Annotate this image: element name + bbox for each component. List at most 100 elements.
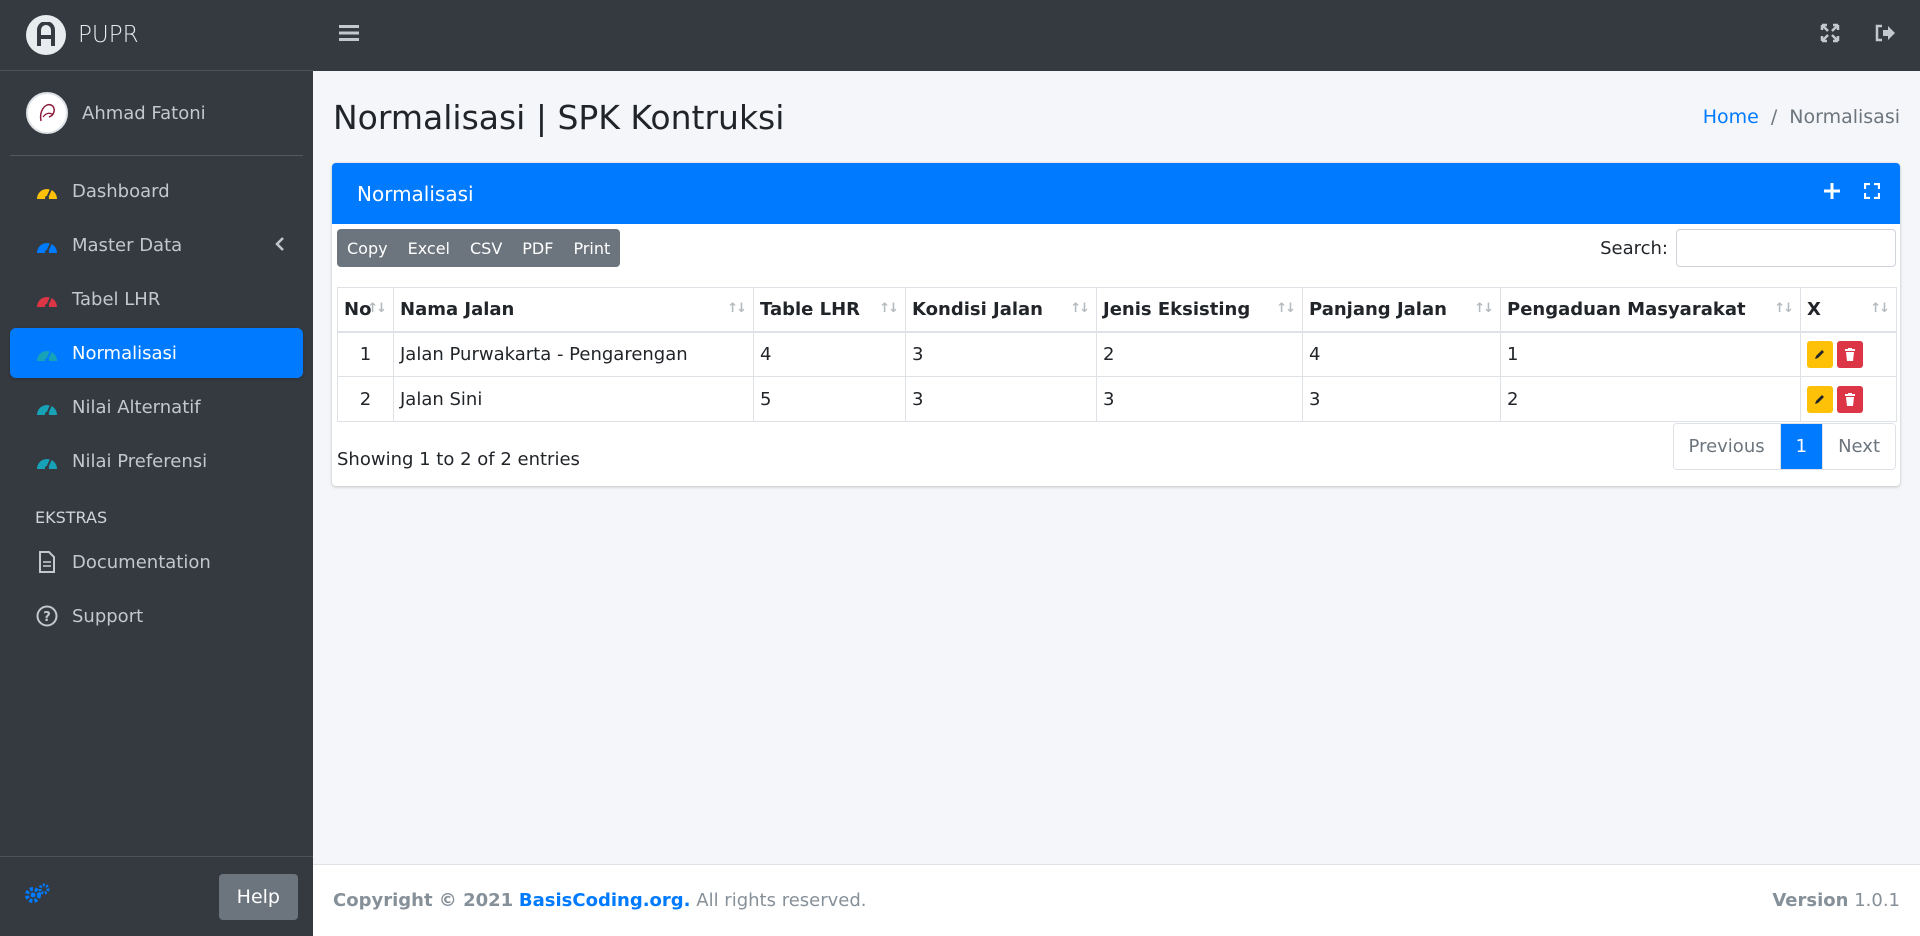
brand-name: PUPR <box>78 22 139 48</box>
cell-jenis-eksisting: 2 <box>1096 331 1303 377</box>
pdf-button[interactable]: PDF <box>512 229 563 267</box>
sidebar-item-dashboard[interactable]: Dashboard <box>10 166 303 216</box>
table-row: 2 Jalan Sini 5 3 3 3 2 <box>337 376 1897 422</box>
column-header-jenis-eksisting[interactable]: Jenis Eksisting ↑↓ <box>1096 287 1303 333</box>
breadcrumb-current: Normalisasi <box>1789 106 1900 128</box>
pagination-page-1[interactable]: 1 <box>1779 424 1823 469</box>
help-button[interactable]: Help <box>218 873 298 920</box>
column-header-kondisi-jalan[interactable]: Kondisi Jalan ↑↓ <box>905 287 1097 333</box>
table-row: 1 Jalan Purwakarta - Pengarengan 4 3 2 4… <box>337 331 1897 377</box>
normalisasi-card: Normalisasi Copy Excel CSV PDF Print Sea… <box>332 163 1900 486</box>
question-circle-icon: ? <box>34 603 60 629</box>
footer-version: Version 1.0.1 <box>1772 890 1900 911</box>
pagination: Previous 1 Next <box>1672 423 1896 470</box>
sidebar-item-nilai-preferensi[interactable]: Nilai Preferensi <box>10 436 303 486</box>
table-info: Showing 1 to 2 of 2 entries <box>337 449 580 470</box>
cell-no: 2 <box>337 376 394 422</box>
tachometer-icon <box>34 232 60 258</box>
plus-icon[interactable] <box>1824 183 1840 204</box>
version-number: 1.0.1 <box>1854 890 1900 911</box>
tachometer-icon <box>34 394 60 420</box>
column-header-pengaduan-masyarakat[interactable]: Pengaduan Masyarakat ↑↓ <box>1500 287 1801 333</box>
sidebar-item-normalisasi[interactable]: Normalisasi <box>10 328 303 378</box>
cell-kondisi-jalan: 3 <box>905 331 1097 377</box>
card-header: Normalisasi <box>332 163 1900 224</box>
column-header-panjang-jalan[interactable]: Panjang Jalan ↑↓ <box>1302 287 1501 333</box>
data-table: No ↑↓ Nama Jalan ↑↓ Table LHR ↑↓ Kondisi Ja… <box>337 287 1897 422</box>
trash-icon <box>1845 347 1855 361</box>
sidebar-section-header: EKSTRAS <box>35 508 108 527</box>
sort-icon: ↑↓ <box>727 301 747 316</box>
sidebar-item-label: Nilai Preferensi <box>72 450 208 472</box>
tachometer-icon <box>34 286 60 312</box>
page-title: Normalisasi | SPK Kontruksi <box>333 97 785 137</box>
column-header-no[interactable]: No ↑↓ <box>337 287 394 333</box>
sidebar-item-support[interactable]: ? Support <box>10 591 303 641</box>
print-button[interactable]: Print <box>563 229 620 267</box>
sidebar-item-label: Tabel LHR <box>72 288 161 310</box>
copyright-text: Copyright © 2021 <box>333 890 514 911</box>
cell-kondisi-jalan: 3 <box>905 376 1097 422</box>
hamburger-menu-icon[interactable] <box>339 24 359 47</box>
top-navbar <box>313 0 1920 71</box>
avatar <box>26 92 68 134</box>
sort-icon: ↑↓ <box>367 301 387 316</box>
sidebar-nav: Dashboard Master Data Tabel LHR Normalis… <box>0 156 313 641</box>
sidebar-item-tabel-lhr[interactable]: Tabel LHR <box>10 274 303 324</box>
search-container: Search: <box>1600 229 1896 267</box>
navbar-actions <box>1820 23 1896 48</box>
footer-copyright: Copyright © 2021 BasisCoding.org. All ri… <box>333 890 867 911</box>
search-input[interactable] <box>1676 229 1896 267</box>
column-header-table-lhr[interactable]: Table LHR ↑↓ <box>753 287 906 333</box>
sort-icon: ↑↓ <box>1070 301 1090 316</box>
sidebar-item-label: Documentation <box>72 551 211 573</box>
sidebar-item-nilai-alternatif[interactable]: Nilai Alternatif <box>10 382 303 432</box>
column-header-nama-jalan[interactable]: Nama Jalan ↑↓ <box>393 287 754 333</box>
cell-no: 1 <box>337 331 394 377</box>
edit-button[interactable] <box>1807 340 1833 368</box>
csv-button[interactable]: CSV <box>460 229 512 267</box>
content-wrapper: Normalisasi | SPK Kontruksi Home / Norma… <box>313 71 1920 864</box>
tachometer-icon <box>34 178 60 204</box>
pagination-next[interactable]: Next <box>1822 424 1895 469</box>
cell-panjang-jalan: 4 <box>1302 331 1501 377</box>
sidebar-item-label: Nilai Alternatif <box>72 396 201 418</box>
version-label: Version <box>1772 890 1849 911</box>
breadcrumb-separator: / <box>1770 106 1778 128</box>
delete-button[interactable] <box>1837 385 1863 413</box>
copy-button[interactable]: Copy <box>337 229 398 267</box>
user-panel[interactable]: Ahmad Fatoni <box>10 71 303 156</box>
export-toolbar: Copy Excel CSV PDF Print <box>337 229 621 267</box>
sidebar-item-documentation[interactable]: Documentation <box>10 537 303 587</box>
sidebar-footer: Help <box>0 856 313 936</box>
breadcrumb-home-link[interactable]: Home <box>1703 106 1759 128</box>
logout-icon[interactable] <box>1874 23 1896 48</box>
cell-actions <box>1800 376 1897 422</box>
content-header: Normalisasi | SPK Kontruksi Home / Norma… <box>313 71 1920 163</box>
sidebar-item-master-data[interactable]: Master Data <box>10 220 303 270</box>
expand-icon[interactable] <box>1863 182 1881 204</box>
cell-pengaduan: 2 <box>1500 376 1801 422</box>
row-actions <box>1807 385 1890 413</box>
tachometer-icon <box>34 448 60 474</box>
sort-icon: ↑↓ <box>1774 301 1794 316</box>
column-header-actions[interactable]: X ↑↓ <box>1800 287 1897 333</box>
excel-button[interactable]: Excel <box>398 229 460 267</box>
fullscreen-icon[interactable] <box>1820 23 1840 48</box>
sidebar-item-label: Dashboard <box>72 180 170 202</box>
footer-link[interactable]: BasisCoding.org. <box>519 890 691 911</box>
user-name: Ahmad Fatoni <box>82 102 206 124</box>
rights-text: All rights reserved. <box>696 890 867 911</box>
sort-icon: ↑↓ <box>1474 301 1494 316</box>
brand-link[interactable]: PUPR <box>0 0 313 71</box>
brand-logo-icon <box>26 15 66 55</box>
pagination-previous[interactable]: Previous <box>1673 424 1780 469</box>
sort-icon: ↑↓ <box>1276 301 1296 316</box>
main-footer: Copyright © 2021 BasisCoding.org. All ri… <box>313 864 1920 936</box>
edit-button[interactable] <box>1807 385 1833 413</box>
cogs-icon[interactable] <box>24 883 50 910</box>
delete-button[interactable] <box>1837 340 1863 368</box>
cell-table-lhr: 5 <box>753 376 906 422</box>
table-header-row: No ↑↓ Nama Jalan ↑↓ Table LHR ↑↓ Kondisi Ja… <box>337 287 1897 333</box>
sort-icon: ↑↓ <box>1870 301 1890 316</box>
